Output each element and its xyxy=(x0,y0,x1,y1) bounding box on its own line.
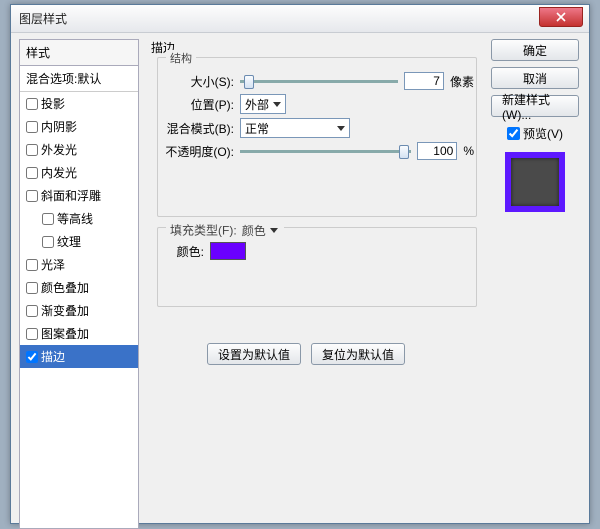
style-list-header: 样式 xyxy=(20,40,138,66)
size-label: 大小(S): xyxy=(160,73,240,90)
fill-group: 填充类型(F): 颜色 颜色: xyxy=(157,227,477,307)
style-checkbox[interactable] xyxy=(26,282,38,294)
chevron-down-icon xyxy=(270,228,278,233)
style-checkbox[interactable] xyxy=(26,328,38,340)
style-label: 斜面和浮雕 xyxy=(41,187,101,204)
style-item-光泽[interactable]: 光泽 xyxy=(20,253,138,276)
reset-default-button[interactable]: 复位为默认值 xyxy=(311,343,405,365)
filltype-value: 颜色 xyxy=(242,222,266,239)
style-label: 内发光 xyxy=(41,164,77,181)
style-label: 等高线 xyxy=(57,210,93,227)
style-item-纹理[interactable]: 纹理 xyxy=(20,230,138,253)
style-item-颜色叠加[interactable]: 颜色叠加 xyxy=(20,276,138,299)
color-swatch[interactable] xyxy=(210,242,246,260)
position-label: 位置(P): xyxy=(160,96,240,113)
style-label: 内阴影 xyxy=(41,118,77,135)
size-unit: 像素 xyxy=(450,73,474,90)
style-label: 图案叠加 xyxy=(41,325,89,342)
style-checkbox[interactable] xyxy=(26,167,38,179)
chevron-down-icon xyxy=(273,102,281,107)
filltype-label: 填充类型(F): xyxy=(170,224,237,238)
ok-button[interactable]: 确定 xyxy=(491,39,579,61)
blending-options[interactable]: 混合选项:默认 xyxy=(20,66,138,92)
style-checkbox[interactable] xyxy=(26,259,38,271)
right-panel: 确定 取消 新建样式(W)... 预览(V) xyxy=(489,39,581,212)
style-checkbox[interactable] xyxy=(26,98,38,110)
size-input[interactable] xyxy=(404,72,444,90)
style-item-外发光[interactable]: 外发光 xyxy=(20,138,138,161)
blendmode-select[interactable]: 正常 xyxy=(240,118,350,138)
opacity-slider[interactable] xyxy=(240,150,411,153)
position-value: 外部 xyxy=(245,96,269,113)
color-label: 颜色: xyxy=(160,243,210,260)
filltype-select[interactable]: 颜色 xyxy=(240,220,280,240)
style-label: 投影 xyxy=(41,95,65,112)
style-item-描边[interactable]: 描边 xyxy=(20,345,138,368)
fill-legend: 填充类型(F): 颜色 xyxy=(166,220,284,240)
opacity-label: 不透明度(O): xyxy=(160,143,240,160)
close-icon xyxy=(556,12,566,22)
position-select[interactable]: 外部 xyxy=(240,94,286,114)
blendmode-label: 混合模式(B): xyxy=(160,120,240,137)
style-label: 颜色叠加 xyxy=(41,279,89,296)
dialog-body: 样式 混合选项:默认 投影内阴影外发光内发光斜面和浮雕等高线纹理光泽颜色叠加渐变… xyxy=(11,33,589,523)
cancel-button[interactable]: 取消 xyxy=(491,67,579,89)
style-list: 样式 混合选项:默认 投影内阴影外发光内发光斜面和浮雕等高线纹理光泽颜色叠加渐变… xyxy=(19,39,139,529)
defaults-row: 设置为默认值 复位为默认值 xyxy=(207,343,405,365)
preview-checkbox-row[interactable]: 预览(V) xyxy=(507,125,563,142)
style-item-内阴影[interactable]: 内阴影 xyxy=(20,115,138,138)
style-checkbox[interactable] xyxy=(26,351,38,363)
style-item-斜面和浮雕[interactable]: 斜面和浮雕 xyxy=(20,184,138,207)
opacity-input[interactable] xyxy=(417,142,457,160)
preview-checkbox[interactable] xyxy=(507,127,520,140)
opacity-unit: % xyxy=(463,144,474,158)
style-label: 纹理 xyxy=(57,233,81,250)
titlebar[interactable]: 图层样式 xyxy=(11,5,589,33)
slider-thumb[interactable] xyxy=(399,145,409,159)
style-item-内发光[interactable]: 内发光 xyxy=(20,161,138,184)
style-label: 渐变叠加 xyxy=(41,302,89,319)
chevron-down-icon xyxy=(337,126,345,131)
preview-label: 预览(V) xyxy=(523,125,563,142)
style-item-投影[interactable]: 投影 xyxy=(20,92,138,115)
layer-style-dialog: 图层样式 样式 混合选项:默认 投影内阴影外发光内发光斜面和浮雕等高线纹理光泽颜… xyxy=(10,4,590,524)
size-slider[interactable] xyxy=(240,80,398,83)
style-item-图案叠加[interactable]: 图案叠加 xyxy=(20,322,138,345)
style-item-等高线[interactable]: 等高线 xyxy=(20,207,138,230)
slider-thumb[interactable] xyxy=(244,75,254,89)
window-title: 图层样式 xyxy=(19,10,67,27)
style-checkbox[interactable] xyxy=(42,236,54,248)
structure-group: 结构 大小(S): 像素 位置(P): 外部 混合模式(B): xyxy=(157,57,477,217)
new-style-button[interactable]: 新建样式(W)... xyxy=(491,95,579,117)
blendmode-value: 正常 xyxy=(245,120,269,137)
style-checkbox[interactable] xyxy=(26,305,38,317)
preview-swatch xyxy=(505,152,565,212)
style-checkbox[interactable] xyxy=(26,144,38,156)
style-checkbox[interactable] xyxy=(26,121,38,133)
style-label: 描边 xyxy=(41,348,65,365)
style-checkbox[interactable] xyxy=(42,213,54,225)
style-label: 外发光 xyxy=(41,141,77,158)
style-label: 光泽 xyxy=(41,256,65,273)
set-default-button[interactable]: 设置为默认值 xyxy=(207,343,301,365)
style-checkbox[interactable] xyxy=(26,190,38,202)
structure-legend: 结构 xyxy=(166,50,196,66)
close-button[interactable] xyxy=(539,7,583,27)
style-item-渐变叠加[interactable]: 渐变叠加 xyxy=(20,299,138,322)
